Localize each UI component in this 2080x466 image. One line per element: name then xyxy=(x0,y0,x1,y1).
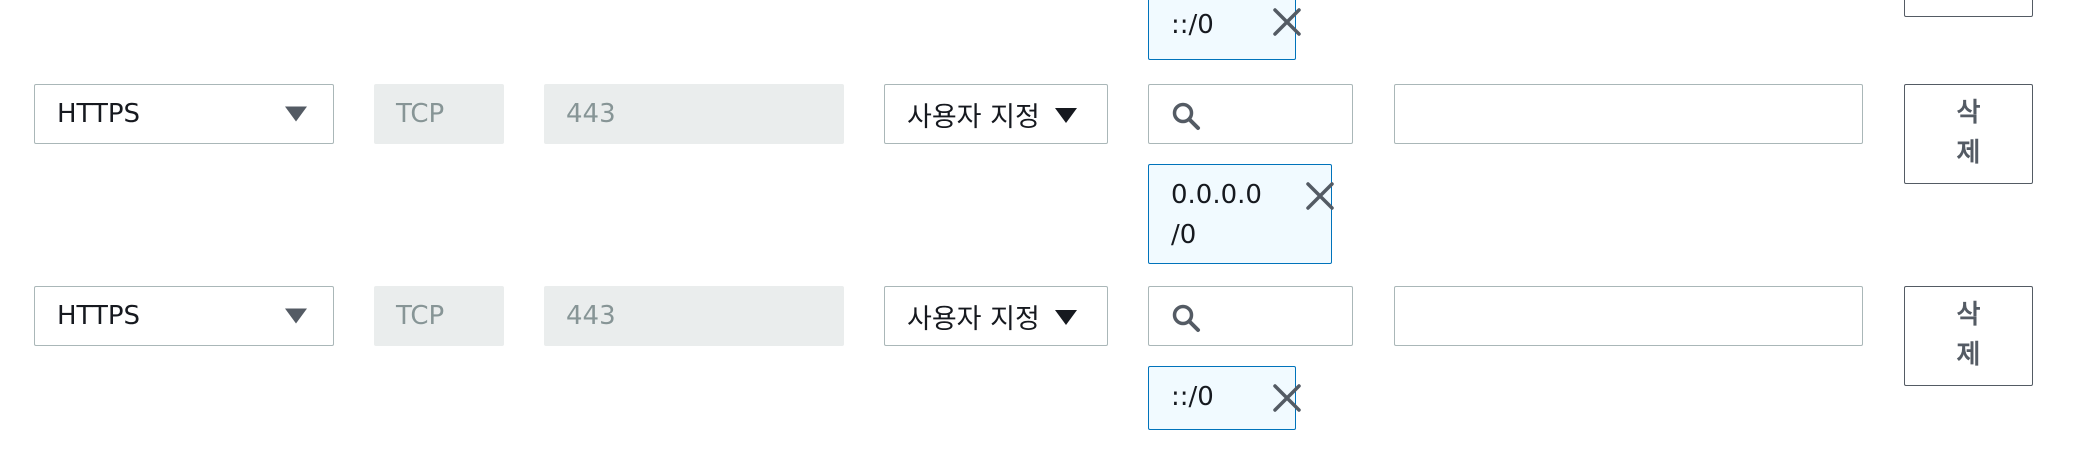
source-token: ::/0 xyxy=(1148,0,1301,60)
source-type-select[interactable]: 사용자 지정 xyxy=(884,286,1108,346)
caret-down-icon xyxy=(1055,310,1077,325)
type-select-value: HTTPS xyxy=(57,99,141,129)
source-type-value: 사용자 지정 xyxy=(907,101,1040,133)
delete-button-label-line1: 삭 xyxy=(1956,300,1981,330)
close-icon[interactable] xyxy=(1272,7,1302,49)
caret-down-icon xyxy=(285,106,307,122)
delete-button-label-line1: 삭 xyxy=(1956,98,1981,128)
type-select-value: HTTPS xyxy=(57,301,141,331)
port-range-field: 443 xyxy=(544,286,844,346)
delete-button-label-line2: 제 xyxy=(1956,340,1981,370)
source-search-input[interactable] xyxy=(1148,84,1353,144)
source-token: ::/0 xyxy=(1148,366,1301,430)
delete-button[interactable]: 삭제 xyxy=(1904,0,2033,17)
port-range-field: 443 xyxy=(544,84,844,144)
caret-down-icon xyxy=(285,308,307,324)
source-type-select[interactable]: 사용자 지정 xyxy=(884,84,1108,144)
source-token-label: ::/0 xyxy=(1171,382,1214,412)
description-input[interactable] xyxy=(1394,286,1863,346)
protocol-value: TCP xyxy=(396,99,445,129)
protocol-field: TCP xyxy=(374,286,504,346)
port-range-value: 443 xyxy=(566,301,616,331)
description-input[interactable] xyxy=(1394,84,1863,144)
source-search-input[interactable] xyxy=(1148,286,1353,346)
type-select[interactable]: HTTPS xyxy=(34,84,334,144)
close-icon[interactable] xyxy=(1305,181,1335,223)
source-type-value: 사용자 지정 xyxy=(907,303,1040,335)
source-token: 0.0.0.0 /0 xyxy=(1148,164,1335,264)
delete-button[interactable]: 삭 제 xyxy=(1904,84,2033,184)
source-token-label: ::/0 xyxy=(1171,10,1214,40)
protocol-value: TCP xyxy=(396,301,445,331)
protocol-field: TCP xyxy=(374,84,504,144)
type-select[interactable]: HTTPS xyxy=(34,286,334,346)
delete-button-label-line2: 제 xyxy=(1956,138,1981,168)
close-icon[interactable] xyxy=(1272,383,1302,425)
port-range-value: 443 xyxy=(566,99,616,129)
delete-button[interactable]: 삭 제 xyxy=(1904,286,2033,386)
caret-down-icon xyxy=(1055,108,1077,123)
